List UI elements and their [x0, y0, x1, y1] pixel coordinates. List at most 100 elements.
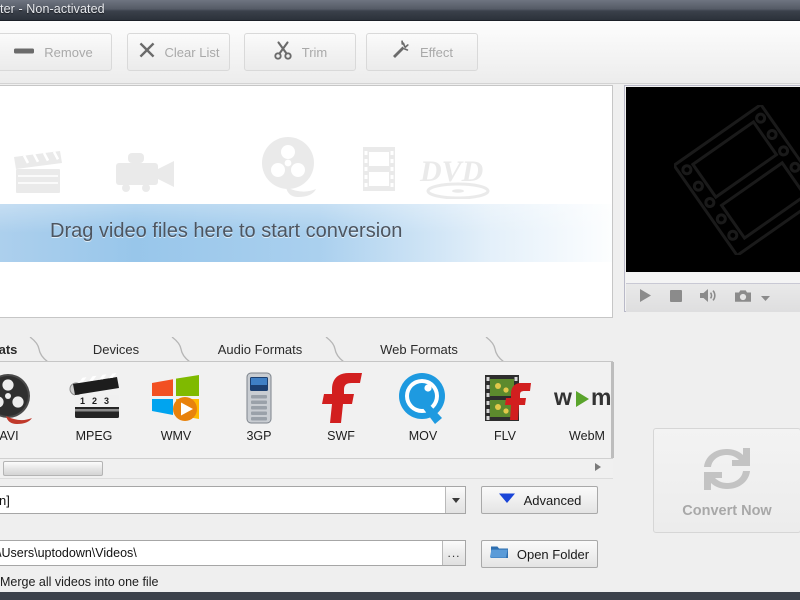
format-label-mov: MOV	[408, 429, 438, 443]
dvd-icon: DVD	[418, 153, 500, 204]
effect-button[interactable]: Effect	[366, 33, 478, 71]
format-item-mov[interactable]: MOV	[382, 370, 464, 454]
bottom-edge	[0, 592, 800, 600]
convert-now-label: Convert Now	[682, 503, 772, 519]
output-path-field[interactable]: \Users\uptodown\Videos\ ...	[0, 540, 466, 566]
camcorder-icon	[112, 145, 180, 198]
trim-button[interactable]: Trim	[244, 33, 356, 71]
swf-flash-icon	[319, 370, 363, 426]
play-icon[interactable]	[638, 288, 653, 308]
tab-video-formats-label: ats	[0, 342, 18, 357]
filmstrip-watermark-icon	[671, 102, 800, 260]
folder-icon	[489, 544, 509, 564]
video-display[interactable]	[626, 87, 800, 272]
svg-text:w: w	[554, 384, 572, 410]
tab-audio-formats-label: Audio Formats	[217, 342, 303, 357]
format-item-3gp[interactable]: 3GP	[218, 370, 300, 454]
format-label-swf: SWF	[327, 429, 355, 443]
chevron-down-icon[interactable]	[760, 289, 771, 307]
tab-devices[interactable]: Devices	[62, 337, 170, 362]
drop-zone-label: Drag video files here to start conversio…	[50, 220, 403, 242]
trim-button-label: Trim	[301, 44, 328, 60]
tab-video-formats[interactable]: ats	[0, 337, 28, 362]
tab-web-formats-label: Web Formats	[380, 342, 458, 357]
open-folder-button[interactable]: Open Folder	[481, 540, 598, 568]
profile-row: n] Advanced	[0, 486, 613, 520]
video-converter-window: ter - Non-activated Remove Clear List Tr…	[0, 0, 800, 600]
stop-icon[interactable]	[669, 289, 683, 308]
format-label-avi: AVI	[0, 429, 19, 443]
mov-quicktime-icon	[397, 370, 449, 426]
tab-separator	[324, 337, 346, 362]
scissors-icon	[273, 40, 293, 65]
format-scrollbar[interactable]	[0, 459, 613, 479]
main-toolbar: Remove Clear List Trim Effect	[0, 21, 800, 84]
profile-dropdown-button[interactable]	[445, 487, 465, 513]
filmstrip-icon	[358, 145, 400, 198]
tab-separator	[484, 337, 506, 362]
format-item-swf[interactable]: SWF	[300, 370, 382, 454]
svg-text:3: 3	[104, 396, 109, 406]
output-path-value: \Users\uptodown\Videos\	[0, 546, 137, 560]
profile-value: n]	[0, 492, 10, 508]
watermark-group: DVD	[0, 137, 612, 211]
tab-separator	[28, 337, 50, 362]
tab-audio-formats[interactable]: Audio Formats	[196, 337, 324, 362]
format-panel-divider	[611, 362, 614, 458]
format-label-3gp: 3GP	[246, 429, 272, 443]
mpeg-clapper-icon: 123	[67, 370, 121, 426]
svg-text:2: 2	[92, 396, 97, 406]
title-bar[interactable]: ter - Non-activated	[0, 0, 800, 21]
advanced-button-label: Advanced	[523, 492, 582, 508]
refresh-circular-arrows-icon	[698, 442, 756, 501]
clapperboard-icon	[10, 143, 66, 200]
format-item-wmv[interactable]: WMV	[135, 370, 217, 454]
svg-text:m: m	[591, 384, 611, 410]
scrollbar-thumb[interactable]	[3, 461, 103, 476]
merge-checkbox-label: Merge all videos into one file	[0, 575, 159, 589]
chevron-down-icon	[451, 497, 460, 503]
svg-text:1: 1	[80, 396, 85, 406]
remove-button[interactable]: Remove	[0, 33, 112, 71]
clear-list-button-label: Clear List	[164, 44, 220, 60]
triangle-down-icon	[498, 491, 516, 509]
format-item-flv[interactable]: FLV	[464, 370, 546, 454]
scroll-right-arrow-icon[interactable]	[595, 463, 601, 471]
output-path-row: \Users\uptodown\Videos\ ... Open Folder	[0, 540, 613, 570]
format-label-wmv: WMV	[160, 429, 192, 443]
window-title: ter - Non-activated	[0, 2, 105, 16]
convert-now-button[interactable]: Convert Now	[653, 428, 800, 533]
format-label-webm: WebM	[569, 429, 605, 443]
volume-icon[interactable]	[699, 288, 718, 308]
clear-list-button[interactable]: Clear List	[127, 33, 230, 71]
format-label-mpeg: MPEG	[75, 429, 113, 443]
effect-button-label: Effect	[419, 44, 453, 60]
format-item-mpeg[interactable]: 123 MPEG	[53, 370, 135, 454]
format-tabs: ats Devices Audio Formats Web Formats	[0, 337, 613, 362]
format-label-flv: FLV	[494, 429, 516, 443]
3gp-phone-icon	[244, 370, 274, 426]
file-list-drop-zone[interactable]: DVD Drag video files here to start conve…	[0, 85, 613, 318]
format-item-avi[interactable]: AVI	[0, 370, 50, 454]
browse-button[interactable]: ...	[442, 541, 465, 565]
merge-option-row[interactable]: Merge all videos into one file	[0, 572, 613, 592]
avi-reel-icon	[0, 370, 36, 426]
remove-button-label: Remove	[44, 44, 93, 60]
film-reel-icon	[258, 135, 322, 204]
player-controls	[626, 283, 800, 312]
format-list: AVI 123 MPEG WMV 3GP SWF MOV FLV w m Web…	[0, 362, 613, 459]
advanced-button[interactable]: Advanced	[481, 486, 598, 514]
format-item-webm[interactable]: w m WebM	[546, 370, 613, 454]
snapshot-icon[interactable]	[734, 289, 752, 308]
tab-web-formats[interactable]: Web Formats	[354, 337, 484, 362]
preview-spacer	[626, 273, 800, 283]
webm-icon: w m	[554, 370, 613, 426]
tab-devices-label: Devices	[92, 342, 140, 357]
profile-combobox[interactable]: n]	[0, 486, 466, 514]
minus-icon	[13, 43, 35, 61]
flv-film-icon	[478, 370, 532, 426]
wand-icon	[391, 39, 411, 65]
open-folder-button-label: Open Folder	[516, 546, 590, 562]
browse-button-label: ...	[447, 546, 461, 560]
tab-separator	[170, 337, 192, 362]
